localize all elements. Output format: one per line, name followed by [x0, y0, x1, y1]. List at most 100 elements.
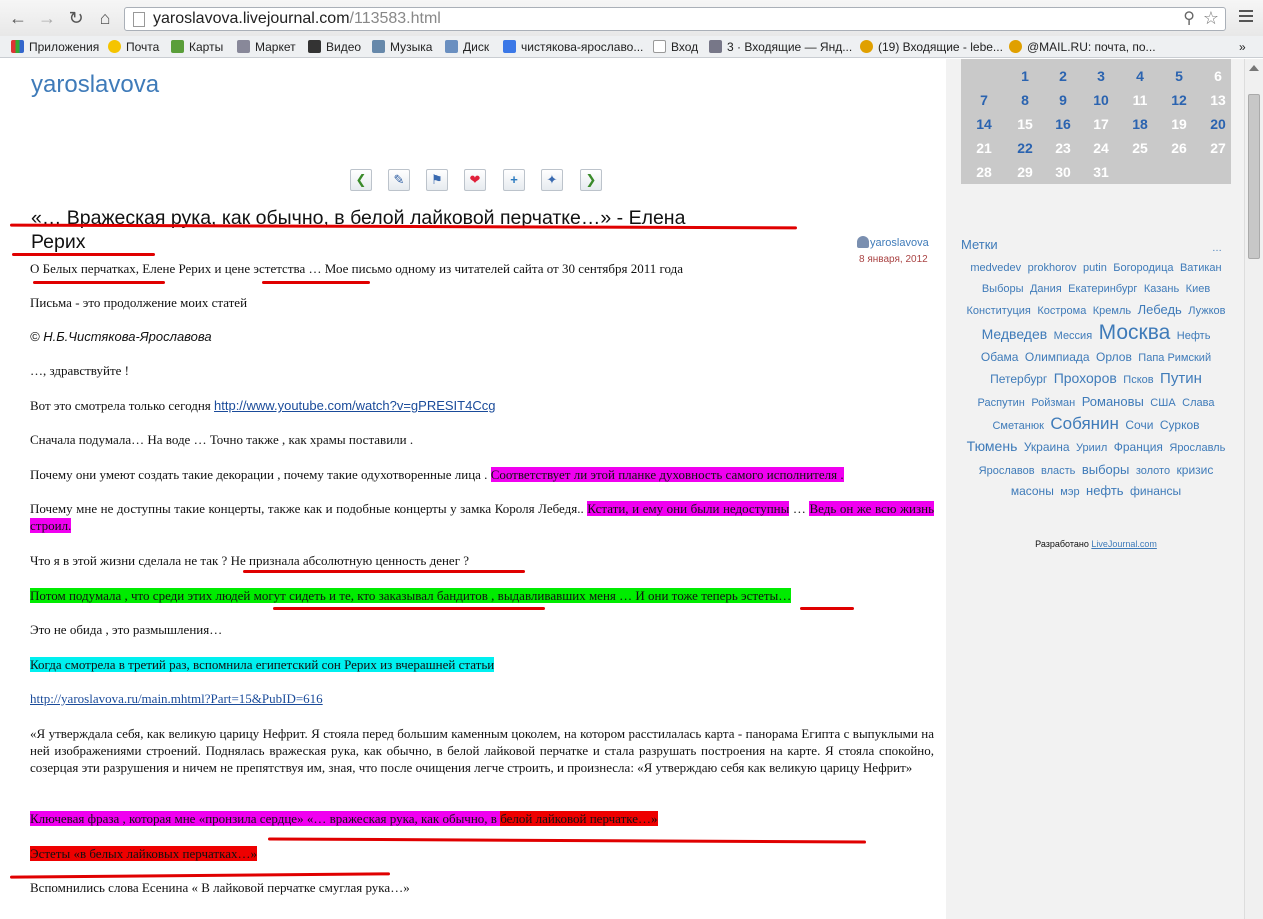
address-bar[interactable]: yaroslavova.livejournal.com/113583.html … [124, 7, 1226, 31]
tag-link[interactable]: Сочи [1125, 418, 1153, 432]
tag-link[interactable]: нефть [1086, 483, 1124, 498]
calendar-day[interactable]: 3 [1082, 67, 1120, 85]
scrollbar[interactable] [1244, 59, 1263, 919]
tag-link[interactable]: Богородица [1113, 262, 1173, 274]
tag-link[interactable]: финансы [1130, 484, 1181, 498]
tag-link[interactable]: medvedev [970, 262, 1021, 274]
tag-link[interactable]: Ярославль [1169, 442, 1225, 454]
calendar-day[interactable]: 22 [1006, 139, 1044, 157]
tag-link[interactable]: Франция [1114, 440, 1163, 454]
track-icon[interactable]: ✦ [541, 169, 563, 191]
tag-link[interactable]: Распутин [978, 397, 1025, 409]
calendar-day[interactable]: 10 [1082, 91, 1120, 109]
next-entry-icon[interactable]: ❯ [580, 169, 602, 191]
tag-link[interactable]: Петербург [990, 372, 1047, 386]
bookmark-video[interactable]: Видео [308, 39, 361, 55]
tag-link[interactable]: Кремль [1093, 305, 1131, 317]
tag-link[interactable]: Орлов [1096, 350, 1132, 364]
tag-link[interactable]: Папа Римский [1138, 352, 1211, 364]
reload-icon[interactable]: ↻ [66, 8, 86, 28]
bookmark-maps[interactable]: Карты [171, 39, 223, 55]
forward-icon[interactable]: → [37, 8, 57, 28]
youtube-link[interactable]: http://www.youtube.com/watch?v=gPRESIT4C… [214, 398, 495, 413]
scroll-thumb[interactable] [1248, 94, 1260, 259]
bookmark-search[interactable]: чистякова-ярославо... [503, 39, 643, 55]
calendar-day[interactable]: 14 [965, 115, 1003, 133]
zoom-icon[interactable]: ⚲ [1183, 8, 1195, 30]
tag-link[interactable]: Сурков [1160, 418, 1200, 432]
tag-link[interactable]: prokhorov [1028, 262, 1077, 274]
tag-icon[interactable]: ⚑ [426, 169, 448, 191]
bookmark-mail[interactable]: Почта [108, 39, 159, 55]
bookmark-star-icon[interactable]: ☆ [1203, 7, 1219, 29]
tag-link[interactable]: Путин [1160, 370, 1202, 387]
bookmark-login[interactable]: Вход [653, 39, 698, 55]
calendar-day[interactable]: 18 [1121, 115, 1159, 133]
tag-link[interactable]: Медведев [982, 326, 1048, 342]
calendar-day[interactable]: 8 [1006, 91, 1044, 109]
tag-link[interactable]: власть [1041, 465, 1075, 477]
calendar-day[interactable]: 4 [1121, 67, 1159, 85]
heart-icon[interactable]: ❤ [464, 169, 486, 191]
calendar-day[interactable]: 1 [1006, 67, 1044, 85]
tag-link[interactable]: Ярославов [979, 465, 1035, 477]
calendar-day[interactable]: 16 [1044, 115, 1082, 133]
tags-heading[interactable]: Метки [961, 237, 998, 252]
tag-link[interactable]: Мессия [1054, 330, 1093, 342]
calendar-day[interactable]: 7 [965, 91, 1003, 109]
tag-link[interactable]: Романовы [1082, 394, 1144, 409]
post-author[interactable]: yaroslavova [857, 236, 929, 249]
bookmarks-more[interactable]: » [1239, 39, 1246, 55]
tag-link[interactable]: Нефть [1177, 330, 1211, 342]
bookmark-disk[interactable]: Диск [445, 39, 489, 55]
tag-link[interactable]: Сметанюк [992, 420, 1043, 432]
bookmark-apps[interactable]: Приложения [11, 39, 99, 55]
tag-link[interactable]: Дания [1030, 283, 1062, 295]
tag-link[interactable]: Лебедь [1138, 302, 1182, 317]
tag-link[interactable]: масоны [1011, 484, 1054, 498]
tag-link[interactable]: Казань [1144, 283, 1179, 295]
tag-link[interactable]: Олимпиада [1025, 350, 1090, 364]
scroll-up-icon[interactable] [1249, 65, 1259, 71]
back-icon[interactable]: ← [8, 8, 28, 28]
calendar-day[interactable]: 20 [1199, 115, 1237, 133]
bookmark-market[interactable]: Маркет [237, 39, 296, 55]
bookmark-mailru[interactable]: @MAIL.RU: почта, по... [1009, 39, 1156, 55]
yaroslavova-link[interactable]: http://yaroslavova.ru/main.mhtml?Part=15… [30, 691, 323, 706]
tags-more-link[interactable]: … [1212, 243, 1222, 254]
tag-link[interactable]: Выборы [982, 283, 1024, 295]
tag-link[interactable]: мэр [1060, 486, 1079, 498]
calendar-day[interactable]: 2 [1044, 67, 1082, 85]
tag-link[interactable]: Уриил [1076, 442, 1107, 454]
tag-link[interactable]: золото [1136, 465, 1170, 477]
bookmark-inbox-mail[interactable]: (19) Входящие - lebe... [860, 39, 1003, 55]
tag-link[interactable]: Конституция [967, 305, 1031, 317]
tag-link[interactable]: Екатеринбург [1068, 283, 1137, 295]
menu-icon[interactable] [1239, 10, 1253, 24]
livejournal-link[interactable]: LiveJournal.com [1091, 539, 1157, 549]
tag-link[interactable]: Псков [1123, 374, 1153, 386]
add-icon[interactable]: + [503, 169, 525, 191]
tag-link[interactable]: Киев [1186, 283, 1211, 295]
tag-link[interactable]: Ройзман [1031, 397, 1075, 409]
tag-link[interactable]: Тюмень [967, 438, 1018, 454]
tag-link[interactable]: Ватикан [1180, 262, 1222, 274]
tag-link[interactable]: Кострома [1037, 305, 1086, 317]
tag-link[interactable]: кризис [1177, 463, 1214, 477]
tag-link[interactable]: Украина [1024, 440, 1070, 454]
calendar-day[interactable]: 5 [1160, 67, 1198, 85]
bookmark-music[interactable]: Музыка [372, 39, 432, 55]
prev-entry-icon[interactable]: ❮ [350, 169, 372, 191]
tag-link[interactable]: putin [1083, 262, 1107, 274]
tag-link[interactable]: Слава [1182, 397, 1214, 409]
tag-link[interactable]: выборы [1082, 462, 1130, 477]
home-icon[interactable]: ⌂ [95, 8, 115, 28]
tag-link[interactable]: США [1150, 397, 1175, 409]
calendar-day[interactable]: 9 [1044, 91, 1082, 109]
edit-icon[interactable]: ✎ [388, 169, 410, 191]
tag-link[interactable]: Обама [981, 350, 1019, 364]
tag-link[interactable]: Лужков [1188, 305, 1225, 317]
calendar-day[interactable]: 12 [1160, 91, 1198, 109]
tag-link[interactable]: Москва [1099, 321, 1171, 345]
bookmark-inbox-yandex[interactable]: 3 · Входящие — Янд... [709, 39, 852, 55]
